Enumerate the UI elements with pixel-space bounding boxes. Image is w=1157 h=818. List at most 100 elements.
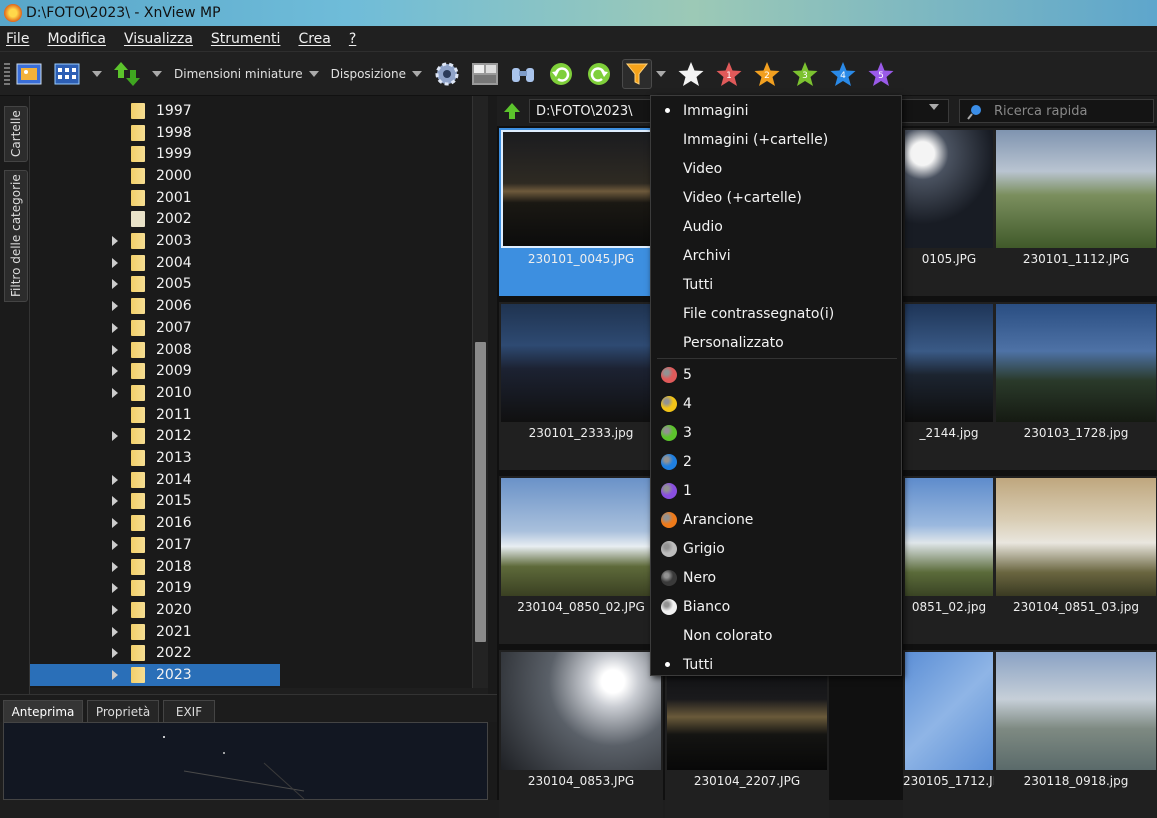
filter-rating-item[interactable]: 1 [651,476,901,505]
expand-arrow-icon[interactable] [112,366,118,377]
thumbnail-item[interactable]: 230101_0045.JPG [499,128,663,296]
folder-tree-item[interactable]: 2023 [30,664,472,686]
folder-tree-item[interactable]: 2016 [30,512,472,534]
tab-proprieta[interactable]: Proprietà [87,700,159,723]
folder-tree-item[interactable]: 2000 [30,165,472,187]
filter-type-item[interactable]: Immagini (+cartelle) [651,125,901,154]
expand-arrow-icon[interactable] [112,604,118,615]
chevron-down-icon[interactable] [308,70,319,77]
expand-arrow-icon[interactable] [112,344,118,355]
expand-arrow-icon[interactable] [112,322,118,333]
menu-visualizza[interactable]: Visualizza [124,31,193,47]
thumbnail-item[interactable]: 0105.JPG [903,128,995,296]
folder-tree-item[interactable]: 2020 [30,599,472,621]
expand-arrow-icon[interactable] [112,474,118,485]
expand-arrow-icon[interactable] [112,583,118,594]
star-green-3-icon[interactable]: 3 [790,59,820,89]
star-red-1-icon[interactable]: 1 [714,59,744,89]
thumbnail-item[interactable]: 230104_0851_03.jpg [994,476,1157,644]
expand-arrow-icon[interactable] [112,496,118,507]
filter-funnel-icon[interactable] [621,58,652,89]
menu-strumenti[interactable]: Strumenti [211,31,281,47]
folder-tree-item[interactable]: 2002 [30,209,472,231]
toolbar-grip[interactable] [4,62,10,85]
thumbnail-item[interactable]: 230104_0850_02.JPG [499,476,663,644]
filter-type-item[interactable]: Tutti [651,270,901,299]
expand-arrow-icon[interactable] [112,518,118,529]
expand-arrow-icon[interactable] [112,561,118,572]
thumbnail-item[interactable]: 0851_02.jpg [903,476,995,644]
menu-file[interactable]: File [6,31,29,47]
expand-arrow-icon[interactable] [112,626,118,637]
folder-tree-item[interactable]: 2018 [30,556,472,578]
filter-type-item[interactable]: Video (+cartelle) [651,183,901,212]
thumbnail-view-icon[interactable] [52,59,82,89]
thumbnail-item[interactable]: _2144.jpg [903,302,995,470]
folder-tree-item[interactable]: 2019 [30,577,472,599]
filter-type-item[interactable]: Archivi [651,241,901,270]
binoculars-icon[interactable] [508,59,538,89]
filter-type-item[interactable]: Personalizzato [651,328,901,357]
filter-type-item[interactable]: Audio [651,212,901,241]
menu-crea[interactable]: Crea [298,31,330,47]
layout-button[interactable]: Disposizione [331,67,406,81]
thumbnail-item[interactable]: 230104_0853.JPG [499,650,663,818]
folder-tree-item[interactable]: 2005 [30,274,472,296]
filter-rating-item[interactable]: 5 [651,360,901,389]
menu-modifica[interactable]: Modifica [47,31,106,47]
filter-rating-item[interactable]: Bianco [651,592,901,621]
expand-arrow-icon[interactable] [112,279,118,290]
folder-tree-item[interactable]: 2010 [30,382,472,404]
folder-tree-item[interactable]: 2014 [30,469,472,491]
star-purple-5-icon[interactable]: 5 [866,59,896,89]
folder-tree-item[interactable]: 2007 [30,317,472,339]
rotate-right-icon[interactable] [584,59,614,89]
filter-rating-item[interactable]: Non colorato [651,621,901,650]
expand-arrow-icon[interactable] [112,431,118,442]
folder-tree-item[interactable]: 2011 [30,404,472,426]
folder-tree-item[interactable]: 2015 [30,491,472,513]
folder-tree-item[interactable]: 1999 [30,143,472,165]
scrollbar-thumb[interactable] [475,342,486,642]
filter-rating-item[interactable]: Nero [651,563,901,592]
thumbnail-item[interactable]: 230118_0918.jpg [994,650,1157,818]
star-white-icon[interactable] [676,59,706,89]
expand-arrow-icon[interactable] [112,648,118,659]
thumbnail-item[interactable]: 230103_1728.jpg [994,302,1157,470]
folder-tree-item[interactable]: 2022 [30,643,472,665]
folder-tree-item[interactable]: 1997 [30,100,472,122]
menu-help[interactable]: ? [349,31,356,47]
tab-cartelle[interactable]: Cartelle [4,106,28,162]
folder-tree-item[interactable]: 2006 [30,295,472,317]
gear-icon[interactable] [432,59,462,89]
folder-tree-item[interactable]: 1998 [30,122,472,144]
folder-tree-item[interactable]: 2004 [30,252,472,274]
folder-tree-scrollbar[interactable] [472,96,488,688]
chevron-down-icon[interactable] [92,70,102,77]
chevron-down-icon[interactable] [152,70,162,77]
chevron-down-icon[interactable] [929,104,939,110]
star-blue-4-icon[interactable]: 4 [828,59,858,89]
quick-search-input[interactable]: Ricerca rapida [959,99,1154,123]
compare-panels-icon[interactable] [470,59,500,89]
filter-type-item[interactable]: Immagini [651,96,901,125]
sort-arrows-icon[interactable] [112,59,142,89]
star-orange-2-icon[interactable]: 2 [752,59,782,89]
filter-rating-item[interactable]: Tutti [651,650,901,679]
filter-rating-item[interactable]: 3 [651,418,901,447]
filter-rating-item[interactable]: Grigio [651,534,901,563]
chevron-down-icon[interactable] [411,70,422,77]
thumbnail-item[interactable]: 230101_1112.JPG [994,128,1157,296]
folder-tree-item[interactable]: 2001 [30,187,472,209]
thumbnail-size-button[interactable]: Dimensioni miniature [174,67,303,81]
filter-rating-item[interactable]: 4 [651,389,901,418]
tab-filtro-categorie[interactable]: Filtro delle categorie [4,170,28,302]
filter-type-item[interactable]: File contrassegnato(i) [651,299,901,328]
chevron-down-icon[interactable] [655,70,666,77]
folder-tree-item[interactable]: 2012 [30,426,472,448]
folder-up-icon[interactable] [503,102,521,124]
folder-tree-item[interactable]: 2017 [30,534,472,556]
tab-anteprima[interactable]: Anteprima [3,700,83,723]
thumbnail-item[interactable]: 230105_1712.JPG [903,650,1009,818]
folder-tree-item[interactable]: 2013 [30,447,472,469]
